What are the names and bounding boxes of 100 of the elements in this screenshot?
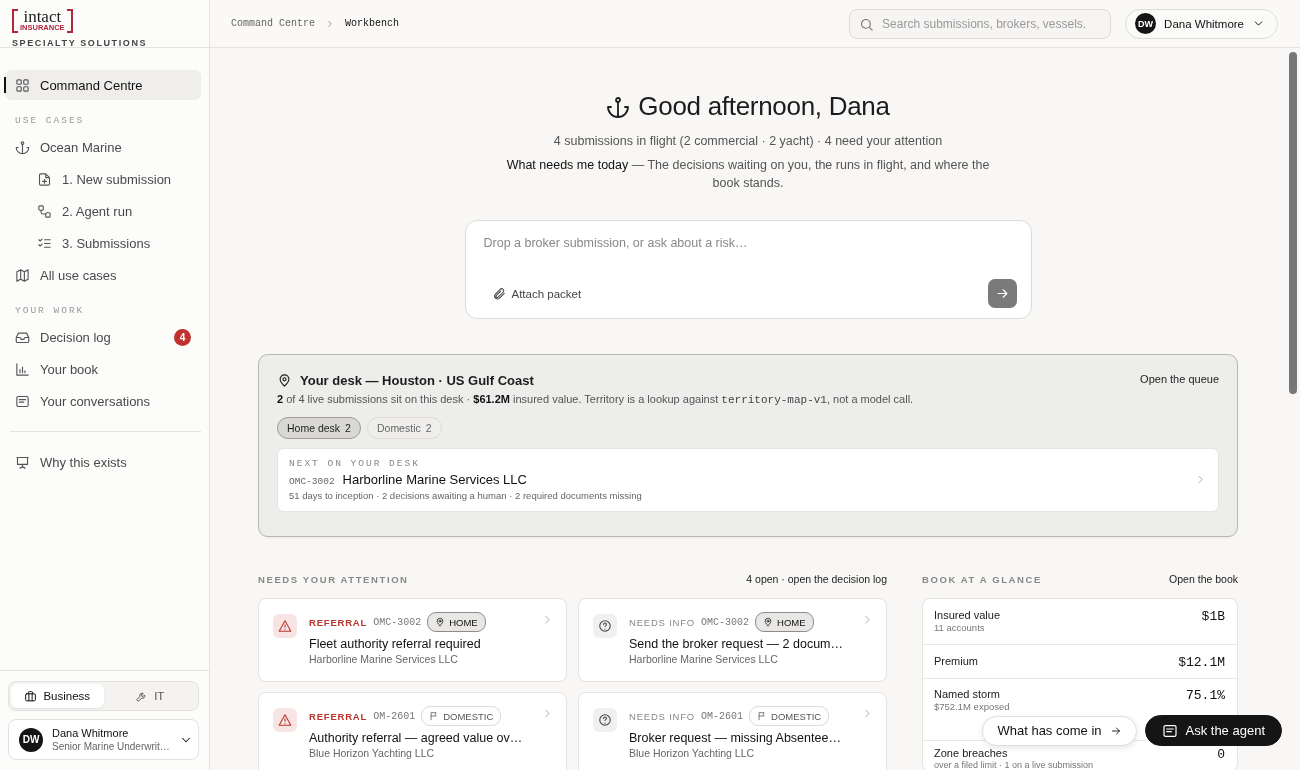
search-field[interactable]: Search submissions, brokers, vessels. <box>849 8 1112 39</box>
search-icon <box>859 16 875 32</box>
filter-chip[interactable]: Domestic 2 <box>366 417 442 439</box>
metric-value: 75.1% <box>1186 688 1225 703</box>
avatar: DW <box>19 727 43 752</box>
bar-chart-icon <box>15 361 30 377</box>
card-title: Authority referral — agreed value ov… <box>309 731 524 745</box>
attention-card[interactable]: NEEDS INFO OMC-3002 HOME Send the broker request — 2 docum… Harborline Marine Services LLC <box>578 598 887 682</box>
filter-chip[interactable]: Home desk 2 <box>277 417 361 439</box>
breadcrumb-link[interactable]: Workbench <box>345 18 400 29</box>
metric-label: Named storm <box>934 688 1002 700</box>
map-icon <box>15 267 30 283</box>
decision-log-link[interactable]: 4 open · open the decision log <box>746 573 887 585</box>
message-icon <box>15 393 30 409</box>
user-role: Senior Marine Underwrit… <box>52 741 170 752</box>
sidebar-item[interactable]: Your conversations <box>5 386 201 416</box>
grid-icon <box>15 77 30 93</box>
breadcrumb-link[interactable]: Command Centre <box>231 18 315 29</box>
warning-icon <box>278 713 292 727</box>
greeting-title: Good afternoon, Dana <box>638 91 890 122</box>
metric-detail: $752.1M exposed <box>934 702 1011 712</box>
territory-tag: HOME <box>427 612 486 632</box>
metric-value: 0 <box>1217 748 1225 761</box>
sidebar-item[interactable]: Decision log 4 <box>5 322 201 352</box>
question-icon <box>598 619 612 633</box>
submission-id: OM-2601 <box>373 710 416 722</box>
map-pin-icon <box>435 617 446 627</box>
inbox-icon <box>15 329 30 345</box>
desk-description: 2 of 4 live submissions sit on this desk · $61.2M insured value. Territory is a lookup against territory-map-v1, not a model call. <box>277 393 915 406</box>
section-heading: YOUR WORK <box>14 304 86 318</box>
user-menu[interactable]: DW Dana Whitmore Senior Marine Underwrit… <box>8 719 199 760</box>
flag-icon <box>757 711 768 721</box>
submission-id: OMC-3002 <box>701 616 750 628</box>
whats-new-button[interactable]: What has come in <box>982 715 1137 746</box>
submission-id: OMC-3002 <box>289 476 335 487</box>
sidebar-item[interactable]: All use cases <box>5 260 201 290</box>
section-heading: NEEDS YOUR ATTENTION <box>258 573 409 585</box>
user-menu[interactable]: DW Dana Whitmore <box>1125 8 1278 39</box>
status-label: REFERRAL <box>309 616 368 628</box>
summary-text: 4 submissions in flight (2 commercial · 2 yacht) · 4 need your attention <box>553 134 943 148</box>
map-pin-icon <box>277 373 292 388</box>
route-icon <box>37 203 52 219</box>
sidebar-item[interactable]: Why this exists <box>5 447 201 477</box>
sidebar-item[interactable]: 2. Agent run <box>5 196 201 226</box>
anchor-icon <box>606 94 631 119</box>
card-title: Fleet authority referral required <box>309 637 482 651</box>
sidebar-item[interactable]: 3. Submissions <box>5 228 201 258</box>
submission-id: OM-2601 <box>701 710 744 722</box>
mode-tab[interactable]: Business <box>11 684 104 708</box>
paperclip-icon <box>491 286 506 301</box>
account-name: Blue Horizon Yachting LLC <box>309 747 436 759</box>
desk-title: Your desk — Houston · US Gulf Coast <box>300 373 534 388</box>
account-name: Harborline Marine Services LLC <box>629 653 779 665</box>
status-label: NEEDS INFO <box>629 710 696 722</box>
submission-id: OMC-3002 <box>373 616 422 628</box>
arrow-right-icon <box>1109 724 1122 737</box>
sidebar-item[interactable]: 1. New submission <box>5 164 201 194</box>
section-heading: USE CASES <box>14 114 86 128</box>
territory-tag: HOME <box>755 612 814 632</box>
composer-field[interactable]: Drop a broker submission, or ask about a risk… Attach packet <box>464 220 1032 319</box>
attention-card[interactable]: REFERRAL OMC-3002 HOME Fleet authority referral required Harborline Marine Services LLC <box>258 598 567 682</box>
send-button[interactable] <box>987 279 1017 308</box>
briefcase-icon <box>24 689 38 703</box>
territory-tag: DOMESTIC <box>421 706 502 726</box>
question-icon <box>598 713 612 727</box>
file-plus-icon <box>37 171 52 187</box>
card-title: Send the broker request — 2 docum… <box>629 637 844 651</box>
brand-tagline: SPECIALTY SOLUTIONS <box>12 38 149 48</box>
attention-card[interactable]: REFERRAL OM-2601 DOMESTIC Authority referral — agreed value ov… Blue Horizon Yachting LLC <box>258 692 567 770</box>
attention-card[interactable]: NEEDS INFO OM-2601 DOMESTIC Broker request — missing Absentee… Blue Horizon Yachting LLC <box>578 692 887 770</box>
metric-label: Zone breaches <box>934 748 1009 759</box>
arrow-right-icon <box>994 286 1010 301</box>
sidebar-item[interactable]: Your book <box>5 354 201 384</box>
metric-value: $1B <box>1201 609 1225 624</box>
metric-detail: 11 accounts <box>934 623 986 633</box>
account-name: Blue Horizon Yachting LLC <box>629 747 756 759</box>
card-title: Broker request — missing Absentee… <box>629 731 842 745</box>
open-book-link[interactable]: Open the book <box>1169 573 1238 585</box>
status-label: NEEDS INFO <box>629 616 696 628</box>
metric-label: Premium <box>934 655 979 667</box>
flag-icon <box>429 711 440 721</box>
status-label: REFERRAL <box>309 710 368 722</box>
intro-text: What needs me today — The decisions waiting on you, the runs in flight, and where the book stands. <box>505 157 991 192</box>
metric-label: Insured value <box>934 609 1002 621</box>
account-name: Harborline Marine Services LLC <box>309 653 459 665</box>
territory-tag: DOMESTIC <box>749 706 830 726</box>
ask-agent-button[interactable]: Ask the agent <box>1144 715 1282 746</box>
attach-button[interactable]: Attach packet <box>483 286 582 301</box>
logo-wordmark: intact <box>23 9 62 24</box>
next-submission-card[interactable]: NEXT ON YOUR DESK OMC-3002 Harborline Marine Services LLC 51 days to inception · 2 decisions awaiting a human · 2 required documents missing <box>277 448 1219 512</box>
metric-value: $12.1M <box>1178 655 1225 670</box>
open-queue-link[interactable]: Open the queue <box>1140 373 1219 385</box>
sidebar-item[interactable]: Command Centre <box>5 70 201 100</box>
user-name: Dana Whitmore <box>52 727 130 739</box>
scrollbar[interactable] <box>1289 52 1297 394</box>
chevron-right-icon <box>325 18 335 29</box>
metric-detail: over a filed limit · 1 on a live submission <box>934 760 1095 770</box>
mode-tab[interactable]: IT <box>103 684 196 708</box>
sidebar-item[interactable]: Ocean Marine <box>5 132 201 162</box>
section-heading: BOOK AT A GLANCE <box>922 573 1042 585</box>
